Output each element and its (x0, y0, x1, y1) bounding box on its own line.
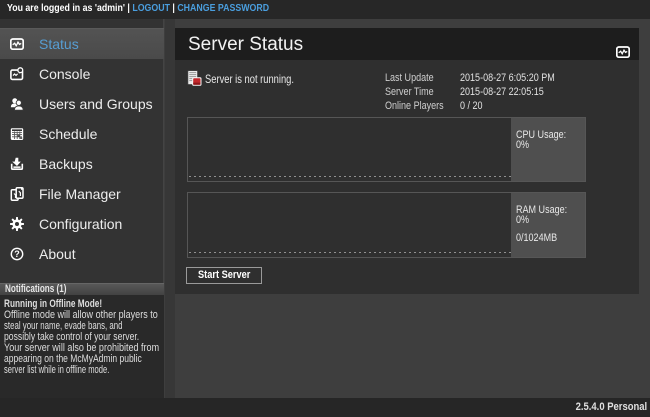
svg-text:?: ? (14, 249, 20, 259)
